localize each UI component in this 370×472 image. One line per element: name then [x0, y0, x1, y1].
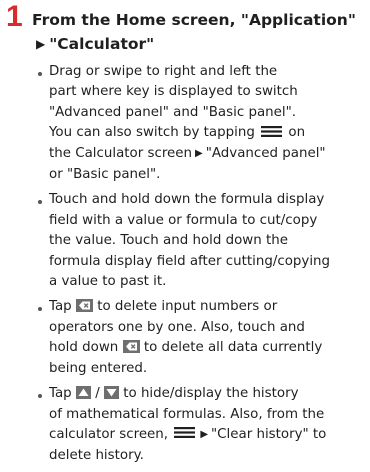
bullet-line: calculator screen, ▶ "Clear history" to [49, 425, 368, 446]
bullet-line: operators one by one. Also, touch and [49, 319, 305, 335]
bullet-line: a value to past it. [49, 274, 167, 290]
step-instruction-line-1: From the Home screen, "Application" [32, 11, 356, 29]
bullet-line: delete history. [49, 448, 144, 464]
bullet-line: field with a value or formula to cut/cop… [49, 212, 318, 228]
bullet-line: Drag or swipe to right and left the [49, 64, 278, 79]
arrow-icon: ▶ [195, 147, 203, 159]
bullet-line: the value. Touch and hold down the [49, 233, 288, 249]
bullet-item-delete: Tap to delete input numbers or operators… [36, 297, 368, 379]
bullet-line: or "Basic panel". [49, 167, 161, 183]
bullet-text: calculator screen, [49, 426, 169, 442]
bullet-text: Tap [49, 299, 72, 315]
menu-icon [261, 125, 283, 137]
bullet-item-switch-panel: Drag or swipe to right and left the part… [36, 62, 368, 185]
history-down-icon [103, 385, 119, 399]
bullet-line: being entered. [49, 360, 148, 376]
bullet-line: "Advanced panel" and "Basic panel". [49, 104, 297, 120]
step-arrow: ▶ [36, 37, 46, 51]
bullet-line: Tap to delete input numbers or [49, 297, 368, 317]
bullet-text: / [95, 386, 100, 402]
bullet-text: the Calculator screen [49, 145, 193, 161]
bullet-text: hold down [49, 340, 119, 356]
delete-key-icon [122, 339, 140, 353]
bullet-line: You can also switch by tapping on [49, 123, 368, 143]
bullet-text: "Clear history" to [211, 426, 327, 442]
bullet-line: the Calculator screen ▶ "Advanced panel" [49, 144, 368, 165]
bullet-dot [38, 72, 42, 76]
bullet-item-cut-copy: Touch and hold down the formula display … [36, 190, 368, 292]
bullet-line: hold down to delete all data currently [49, 338, 368, 358]
bullet-text: You can also switch by tapping [49, 125, 255, 141]
menu-icon [174, 427, 196, 439]
bullet-text: to hide/display the history [123, 386, 299, 402]
step-target: "Calculator" [49, 35, 155, 53]
delete-key-icon [75, 298, 93, 312]
bullet-dot [38, 307, 42, 312]
bullet-text: to delete all data currently [143, 340, 323, 356]
bullet-text: on [288, 125, 306, 141]
bullet-line: Touch and hold down the formula display [49, 192, 325, 208]
bullet-line: of mathematical formulas. Also, from the [49, 406, 325, 422]
bullet-list: Drag or swipe to right and left the part… [36, 62, 368, 472]
step-number: 1 [6, 0, 23, 33]
history-up-icon [75, 385, 91, 399]
bullet-line: formula display field after cutting/copy… [49, 253, 331, 269]
bullet-dot [38, 200, 42, 205]
manual-page: 1 From the Home screen, "Application" ▶ "… [0, 0, 370, 464]
step-instruction-line-2: ▶ "Calculator" [32, 34, 154, 55]
bullet-line: part where key is displayed to switch [49, 84, 298, 100]
bullet-item-history: Tap / to hide/display the history of mat… [36, 384, 368, 467]
bullet-dot [38, 394, 42, 399]
bullet-text: to delete input numbers or [97, 299, 278, 315]
bullet-text: Tap [49, 386, 72, 402]
bullet-text: "Advanced panel" [205, 145, 326, 161]
bullet-line: Tap / to hide/display the history [49, 384, 368, 404]
arrow-icon: ▶ [200, 428, 209, 440]
